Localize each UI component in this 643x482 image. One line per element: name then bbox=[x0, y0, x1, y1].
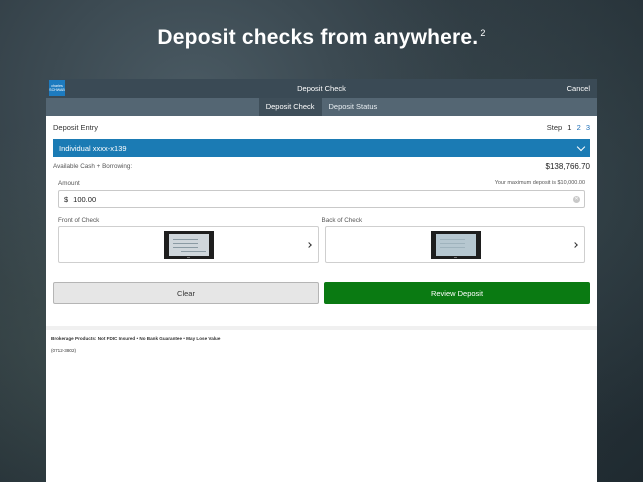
clear-button[interactable]: Clear bbox=[53, 282, 319, 304]
chevron-down-icon bbox=[576, 142, 586, 151]
screen-title: Deposit Check bbox=[297, 84, 346, 93]
front-check-image bbox=[164, 231, 214, 259]
amount-input[interactable]: $ 100.00 ✕ bbox=[58, 190, 585, 208]
chevron-right-icon bbox=[572, 242, 578, 248]
currency-symbol: $ bbox=[64, 194, 69, 204]
back-check-image bbox=[430, 231, 481, 259]
front-check-capture[interactable] bbox=[58, 226, 319, 263]
cancel-button[interactable]: Cancel bbox=[567, 84, 590, 93]
step-indicator: Step 1 2 3 bbox=[544, 123, 590, 132]
tab-deposit-check[interactable]: Deposit Check bbox=[258, 98, 322, 116]
back-check-capture[interactable] bbox=[324, 226, 585, 263]
max-deposit-note: Your maximum deposit is $10,000.00 bbox=[494, 180, 585, 186]
clear-input-icon[interactable]: ✕ bbox=[573, 196, 580, 203]
review-deposit-button[interactable]: Review Deposit bbox=[324, 282, 590, 304]
step-2[interactable]: 2 bbox=[577, 123, 581, 132]
back-check-label: Back of Check bbox=[321, 217, 363, 224]
check-images bbox=[58, 226, 585, 263]
footer: Brokerage Products: Not FDIC Insured • N… bbox=[46, 330, 597, 353]
account-dropdown[interactable]: Individual xxxx-x139 bbox=[53, 139, 590, 157]
top-bar: charles SCHWAB Deposit Check Cancel bbox=[46, 79, 597, 98]
headline-footnote: 2 bbox=[480, 28, 486, 38]
action-buttons: Clear Review Deposit bbox=[53, 282, 590, 304]
available-cash-row: Available Cash + Borrowing: $138,766.70 bbox=[53, 159, 590, 173]
account-value: Individual xxxx-x139 bbox=[59, 143, 127, 153]
tab-bar: Deposit Check Deposit Status bbox=[46, 98, 597, 116]
fdic-disclaimer: Brokerage Products: Not FDIC Insured • N… bbox=[51, 336, 221, 341]
amount-value: 100.00 bbox=[73, 194, 97, 204]
entry-title: Deposit Entry bbox=[53, 122, 99, 132]
amount-label: Amount bbox=[58, 179, 80, 187]
available-value: $138,766.70 bbox=[545, 161, 591, 171]
check-labels: Front of Check Back of Check bbox=[53, 217, 590, 226]
deposit-form: Deposit Entry Step 1 2 3 Individual xxxx… bbox=[46, 116, 597, 304]
headline-text: Deposit checks from anywhere. bbox=[157, 26, 479, 49]
step-3[interactable]: 3 bbox=[586, 123, 590, 132]
app-window: charles SCHWAB Deposit Check Cancel Depo… bbox=[46, 79, 597, 482]
entry-header: Deposit Entry Step 1 2 3 bbox=[53, 116, 590, 138]
step-1[interactable]: 1 bbox=[567, 123, 571, 132]
disclosure-code: (0712-3802) bbox=[51, 348, 77, 353]
chevron-right-icon bbox=[305, 242, 312, 248]
available-label: Available Cash + Borrowing: bbox=[53, 162, 133, 170]
amount-label-row: Amount Your maximum deposit is $10,000.0… bbox=[53, 178, 590, 188]
step-label: Step bbox=[546, 122, 563, 132]
promo-headline: Deposit checks from anywhere. 2 bbox=[0, 26, 643, 50]
front-check-label: Front of Check bbox=[58, 217, 100, 224]
tab-deposit-status[interactable]: Deposit Status bbox=[322, 98, 385, 116]
